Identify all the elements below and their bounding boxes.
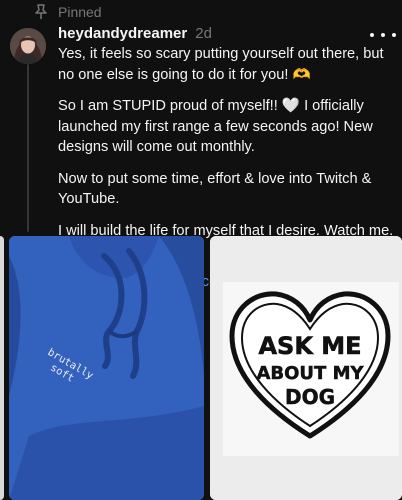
post-paragraph: So I am STUPID proud of myself!! 🤍 I off… xyxy=(58,98,373,155)
more-options-button[interactable] xyxy=(370,28,396,42)
post-header: heydandydreamer 2d xyxy=(58,25,212,45)
heart-text-line3: DOG xyxy=(285,385,335,409)
dot-icon xyxy=(381,33,385,37)
dot-icon xyxy=(392,33,396,37)
heart-text-line2: ABOUT MY xyxy=(256,363,364,384)
timestamp: 2d xyxy=(195,25,212,42)
heart-text-line1: ASK ME xyxy=(258,332,361,360)
username[interactable]: heydandydreamer xyxy=(58,25,187,42)
pin-icon xyxy=(34,4,48,20)
hoodie-image[interactable]: brutally soft xyxy=(9,236,204,500)
dot-icon xyxy=(370,33,374,37)
post-paragraph: Yes, it feels so scary putting yourself … xyxy=(58,46,384,83)
pinned-label: Pinned xyxy=(58,4,102,20)
post-paragraph: Now to put some time, effort & love into… xyxy=(58,170,372,208)
media-carousel[interactable]: brutally soft ASK ME ABOUT MY DOG xyxy=(0,236,402,500)
thread-line xyxy=(27,64,29,232)
previous-media-edge[interactable] xyxy=(0,236,4,500)
ask-me-about-my-dog-image[interactable]: ASK ME ABOUT MY DOG xyxy=(210,236,402,500)
pinned-row: Pinned xyxy=(34,2,102,22)
avatar[interactable] xyxy=(10,28,46,64)
